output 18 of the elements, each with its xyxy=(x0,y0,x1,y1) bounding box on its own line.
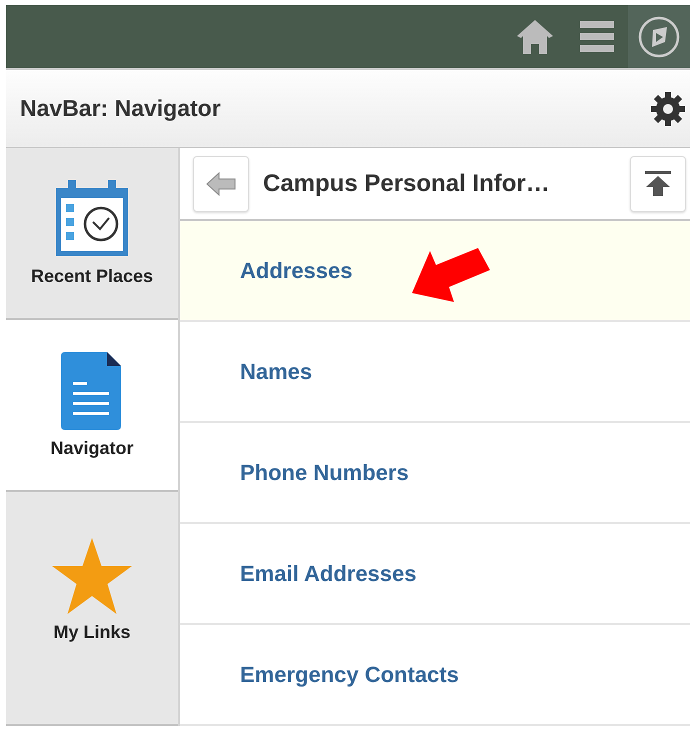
sidebar-tab[interactable]: Recent Places xyxy=(6,148,178,320)
settings-button[interactable] xyxy=(650,90,686,126)
navigator-button[interactable] xyxy=(628,5,690,68)
back-arrow-icon xyxy=(206,172,236,196)
compass-icon xyxy=(638,16,680,58)
document-icon xyxy=(61,352,123,430)
back-button[interactable] xyxy=(193,156,249,212)
menu-icon xyxy=(580,20,614,52)
sidebar-tab[interactable]: My Links xyxy=(6,492,178,726)
arrow-up-to-line-icon xyxy=(645,170,671,196)
star-icon xyxy=(52,538,132,614)
navigation-link[interactable]: Addresses xyxy=(180,221,690,322)
calendar-clock-icon xyxy=(54,180,130,258)
settings-icon xyxy=(650,90,686,126)
collapse-button[interactable] xyxy=(630,156,686,212)
home-icon xyxy=(515,18,555,56)
panel-title: Campus Personal Infor… xyxy=(263,170,551,198)
page-title: NavBar: Navigator xyxy=(20,95,221,122)
